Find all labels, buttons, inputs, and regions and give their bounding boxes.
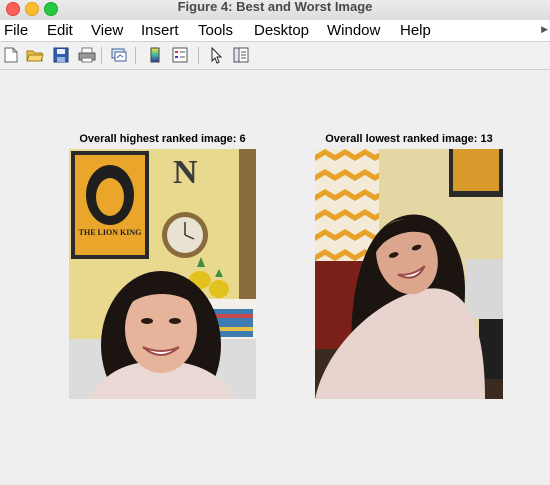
insert-colorbar-icon[interactable] [146, 46, 164, 64]
property-inspector-icon[interactable] [232, 46, 250, 64]
menu-help[interactable]: Help [400, 22, 431, 40]
window-titlebar: Figure 4: Best and Worst Image [0, 0, 550, 21]
worst-image-title: Overall lowest ranked image: 13 [325, 133, 493, 145]
menu-overflow-icon[interactable]: ▶ [541, 24, 548, 35]
save-icon[interactable] [52, 46, 70, 64]
toolbar-separator [135, 47, 136, 64]
menu-tools[interactable]: Tools [198, 22, 233, 40]
menu-view[interactable]: View [91, 22, 123, 40]
open-file-icon[interactable] [26, 46, 44, 64]
figure-toolbar [0, 42, 550, 70]
poster-text: THE LION KING [79, 228, 142, 237]
print-icon[interactable] [78, 46, 96, 64]
link-plot-icon[interactable] [110, 46, 128, 64]
best-image: THE LION KING N [69, 149, 256, 399]
svg-text:N: N [173, 154, 198, 191]
edit-plot-icon[interactable] [208, 46, 226, 64]
menu-desktop[interactable]: Desktop [254, 22, 309, 40]
worst-image [315, 149, 503, 399]
menu-window[interactable]: Window [327, 22, 380, 40]
worst-image-axes[interactable]: Overall lowest ranked image: 13 [315, 131, 503, 399]
insert-legend-icon[interactable] [171, 46, 189, 64]
menu-insert[interactable]: Insert [141, 22, 179, 40]
best-image-title: Overall highest ranked image: 6 [79, 133, 246, 145]
menu-bar: File Edit View Insert Tools Desktop Wind… [0, 20, 550, 42]
toolbar-separator [101, 47, 102, 64]
new-figure-icon[interactable] [2, 46, 20, 64]
toolbar-separator [198, 47, 199, 64]
window-title: Figure 4: Best and Worst Image [177, 0, 373, 14]
best-image-axes[interactable]: Overall highest ranked image: 6 THE LION… [69, 131, 256, 399]
menu-edit[interactable]: Edit [47, 22, 73, 40]
menu-file[interactable]: File [4, 22, 28, 40]
